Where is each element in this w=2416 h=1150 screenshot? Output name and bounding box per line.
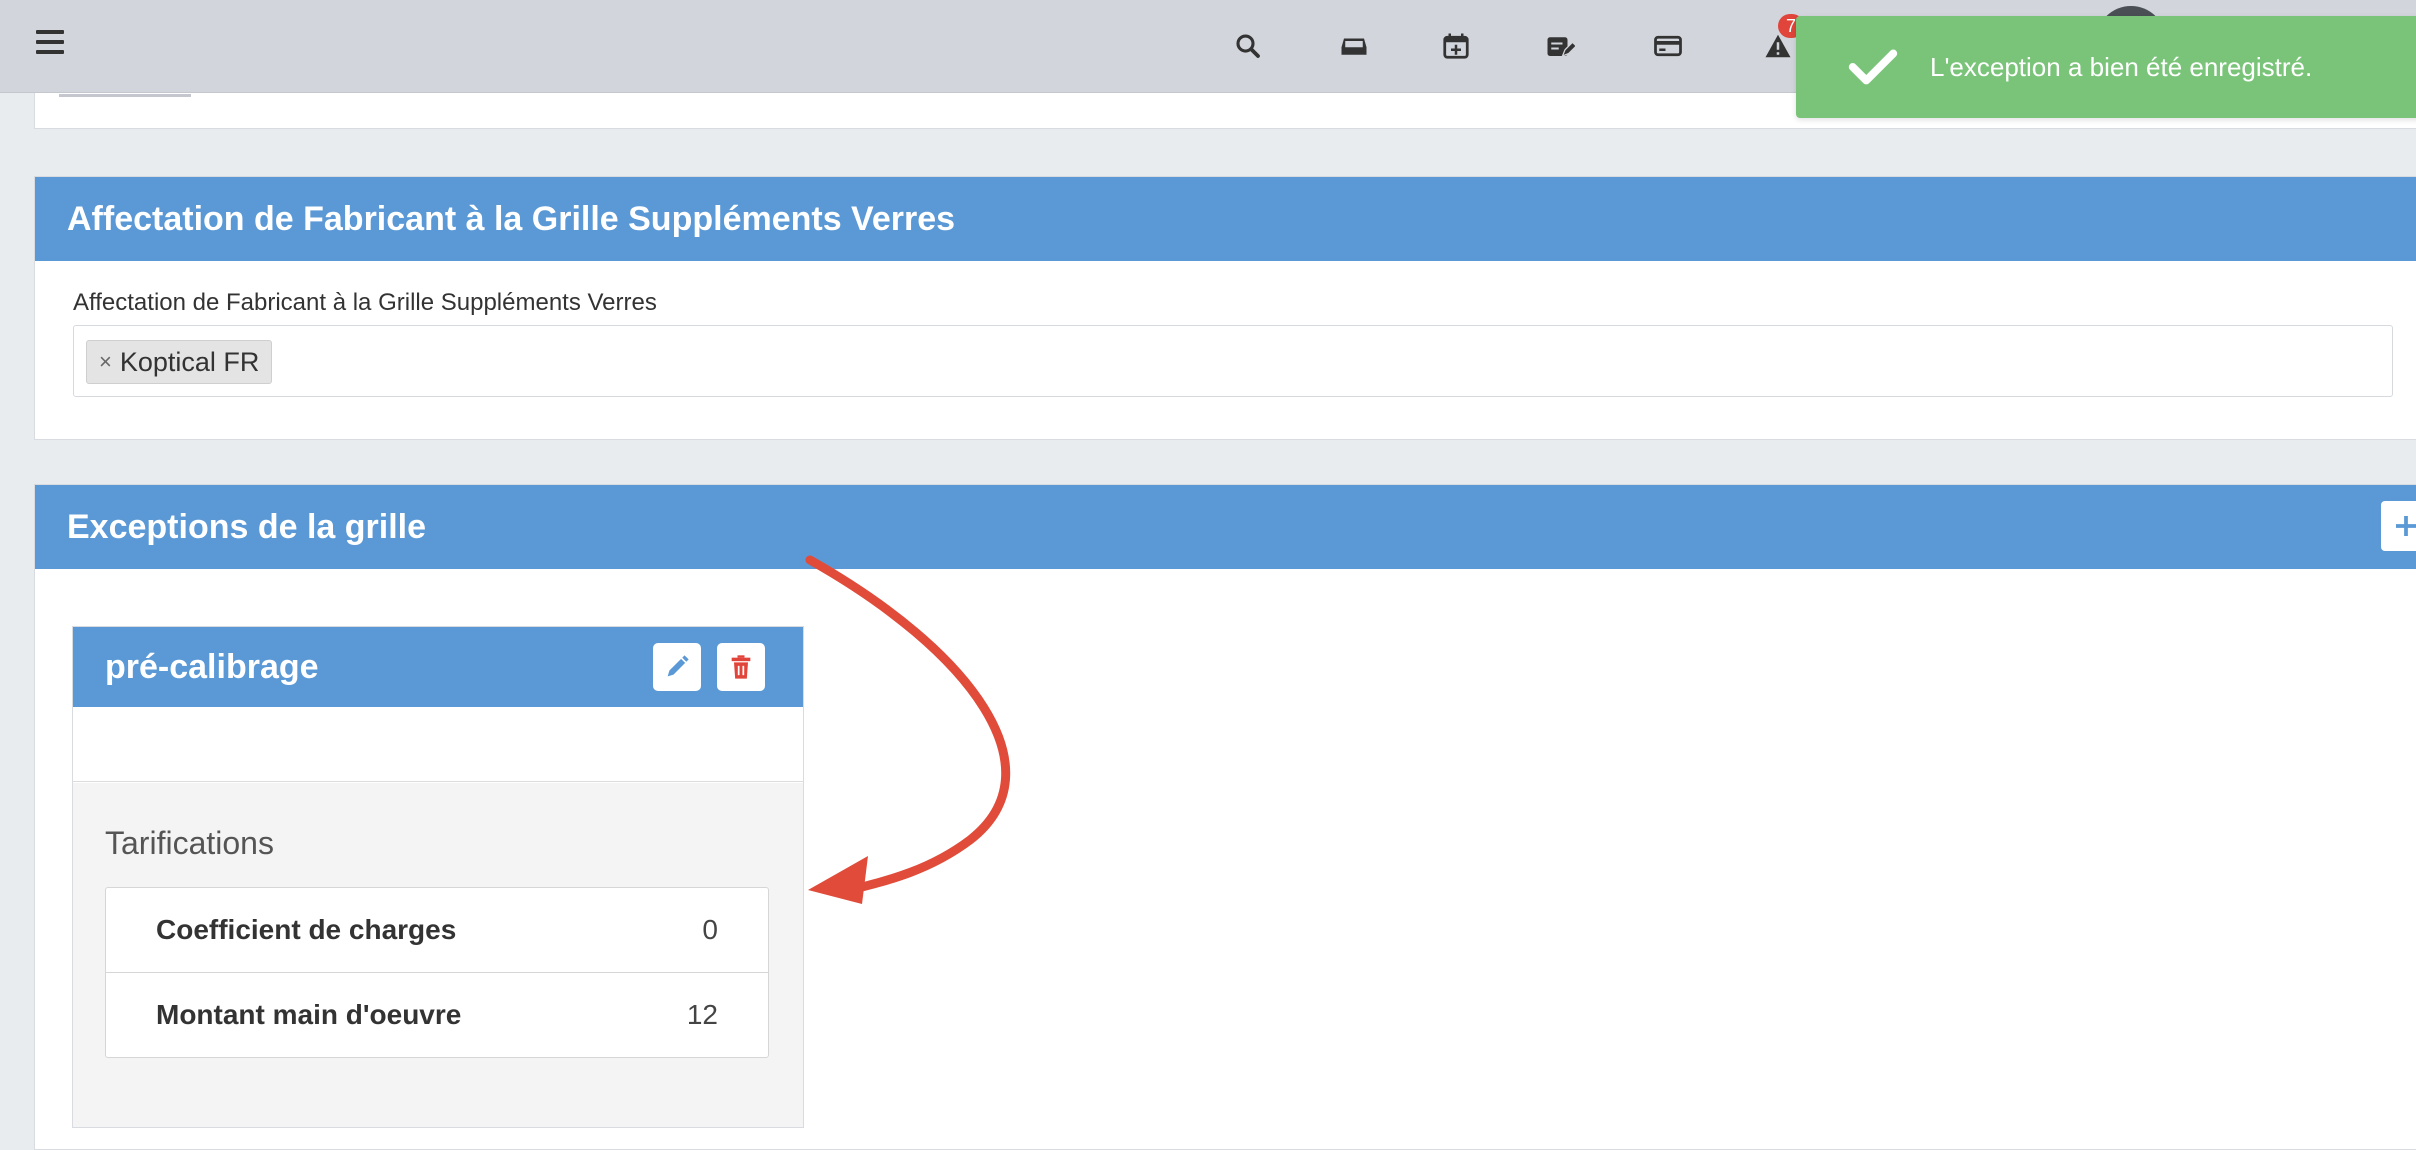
toast-message: L'exception a bien été enregistré.	[1930, 51, 2313, 82]
manufacturer-tag-label: Koptical FR	[119, 346, 260, 377]
calendar-add-icon[interactable]	[1434, 24, 1478, 68]
tarif-row-label: Montant main d'oeuvre	[156, 999, 462, 1030]
assignment-panel-header: Affectation de Fabricant à la Grille Sup…	[35, 177, 2416, 261]
manufacturer-multiselect[interactable]: × Koptical FR	[73, 325, 2393, 397]
trash-icon	[731, 655, 751, 679]
assignment-panel-title: Affectation de Fabricant à la Grille Sup…	[67, 199, 956, 238]
alert-icon[interactable]: 7	[1756, 14, 1804, 68]
success-toast[interactable]: L'exception a bien été enregistré.	[1796, 16, 2416, 118]
tarif-row-value: 0	[702, 914, 718, 945]
inbox-icon[interactable]	[1332, 24, 1376, 68]
exception-card-body: Tarifications Coefficient de charges 0 M…	[73, 783, 803, 1127]
manufacturer-tag: × Koptical FR	[86, 340, 273, 384]
edit-exception-button[interactable]	[653, 643, 701, 691]
tarif-row: Coefficient de charges 0	[106, 888, 768, 973]
check-icon	[1848, 49, 1898, 85]
plus-icon	[2396, 516, 2416, 536]
exceptions-panel-header: Exceptions de la grille	[35, 485, 2416, 569]
add-exception-button[interactable]	[2381, 501, 2416, 551]
tarif-row: Montant main d'oeuvre 12	[106, 973, 768, 1057]
hamburger-icon[interactable]	[36, 30, 64, 58]
credit-card-icon[interactable]	[1646, 24, 1690, 68]
tarifications-table: Coefficient de charges 0 Montant main d'…	[105, 887, 769, 1058]
tarifications-label: Tarifications	[105, 825, 274, 861]
assignment-panel: Affectation de Fabricant à la Grille Sup…	[34, 176, 2416, 440]
exception-name: pré-calibrage	[105, 647, 319, 686]
delete-exception-button[interactable]	[717, 643, 765, 691]
tag-remove-button[interactable]: ×	[99, 349, 112, 375]
exception-card-header: pré-calibrage	[73, 627, 803, 707]
assignment-field-label: Affectation de Fabricant à la Grille Sup…	[73, 289, 657, 316]
tarif-row-value: 12	[686, 999, 718, 1030]
pencil-icon	[667, 655, 689, 677]
exception-card-blank-area	[73, 707, 803, 782]
exception-card: pré-calibrage Tarifications Coefficient …	[72, 626, 804, 1128]
calendar-edit-icon[interactable]	[1538, 24, 1582, 68]
exceptions-panel-title: Exceptions de la grille	[67, 507, 427, 546]
tarif-row-label: Coefficient de charges	[156, 914, 457, 945]
annotation-arrow	[805, 555, 1011, 904]
search-icon[interactable]	[1226, 24, 1270, 68]
